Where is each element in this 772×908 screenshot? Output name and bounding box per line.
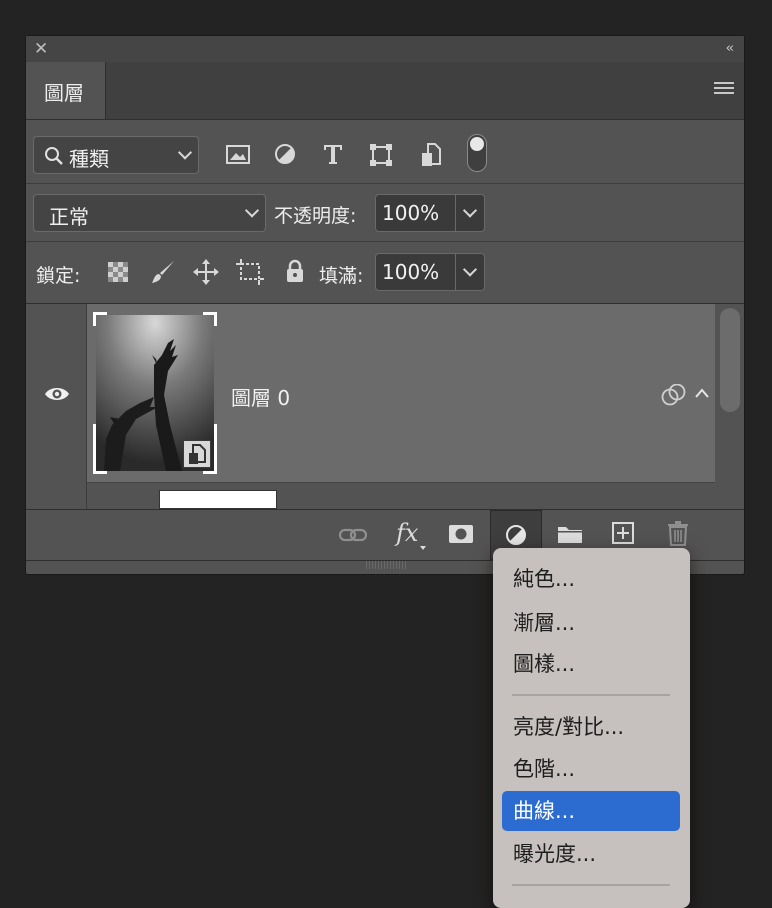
filter-toggle-icon[interactable] [467,134,487,172]
chevron-down-icon[interactable] [462,203,478,218]
layers-list: 圖層 0 [26,304,744,509]
menu-item-pattern[interactable]: 圖樣... [502,644,680,684]
menu-separator [512,884,670,886]
layer-name[interactable]: 圖層 0 [231,382,290,411]
mask-icon[interactable] [448,524,474,544]
filter-kind-label: 種類 [69,147,109,171]
lock-all-icon[interactable] [285,259,305,283]
menu-item-brightness-contrast[interactable]: 亮度/對比... [502,707,680,747]
eye-icon[interactable] [44,385,70,403]
opacity-label: 不透明度: [274,205,357,227]
chevron-down-icon [244,203,260,218]
layer-linked-icon[interactable] [661,384,687,406]
chevron-down-icon[interactable] [462,262,478,277]
blend-mode-label: 正常 [49,205,89,229]
panel-menu-icon[interactable] [714,82,734,97]
link-icon[interactable] [338,526,368,544]
tab-bar: 圖層 [26,62,744,120]
folder-icon[interactable] [557,524,583,544]
filter-kind-dropdown[interactable]: 種類 [33,136,199,174]
opacity-value[interactable]: 100% [382,201,439,225]
adjustment-menu: 純色... 漸層... 圖樣... 亮度/對比... 色階... 曲線... 曝… [493,548,690,908]
menu-separator [512,694,670,696]
fill-field[interactable]: 100% [375,253,485,291]
next-layer-thumbnail[interactable] [159,490,277,509]
layer-row[interactable]: 圖層 0 [87,304,715,482]
lock-row: 鎖定: 填滿: 100% [26,242,744,304]
visibility-column [26,304,87,509]
menu-item-gradient[interactable]: 漸層... [502,603,680,643]
scrollbar-thumb[interactable] [720,308,740,412]
close-icon[interactable]: ✕ [34,39,48,59]
blend-mode-dropdown[interactable]: 正常 [33,194,266,232]
opacity-field[interactable]: 100% [375,194,485,232]
shape-icon[interactable] [369,143,393,167]
layers-panel: ✕ ‹‹ 圖層 種類 正常 不透明度: 100% 鎖定: 填滿: 100% 圖層… [25,35,745,575]
menu-item-levels[interactable]: 色階... [502,749,680,789]
fx-icon[interactable]: fx [396,519,418,547]
blend-row: 正常 不透明度: 100% [26,184,744,242]
smart-object-badge-icon [183,440,211,468]
resize-grip[interactable] [366,561,406,569]
menu-item-exposure[interactable]: 曝光度... [502,834,680,874]
adjustment-icon[interactable] [274,143,296,165]
menu-item-solid-color[interactable]: 純色... [502,559,680,599]
search-icon [45,147,63,165]
type-icon[interactable] [322,143,344,165]
lock-artboard-icon[interactable] [236,259,264,285]
chevron-down-icon [177,145,193,160]
panel-titlebar: ✕ ‹‹ [26,36,744,62]
lock-transparent-icon[interactable] [108,262,128,282]
trash-icon[interactable] [667,520,689,546]
collapse-icon[interactable]: ‹‹ [726,39,735,59]
fill-label: 填滿: [319,265,364,287]
chevron-up-icon[interactable] [695,388,709,398]
tab-label: 圖層 [44,81,84,105]
image-icon[interactable] [226,144,250,166]
layer-thumbnail[interactable] [93,312,217,474]
adjustment-icon [506,525,526,545]
lock-move-icon[interactable] [193,259,219,285]
new-layer-icon[interactable] [612,522,634,544]
filter-row: 種類 [26,120,744,184]
fill-value[interactable]: 100% [382,260,439,284]
smart-object-icon[interactable] [420,142,442,168]
lock-paint-icon[interactable] [150,259,176,285]
lock-label: 鎖定: [36,265,81,287]
menu-item-curves[interactable]: 曲線... [502,791,680,831]
tab-layers[interactable]: 圖層 [26,62,106,119]
